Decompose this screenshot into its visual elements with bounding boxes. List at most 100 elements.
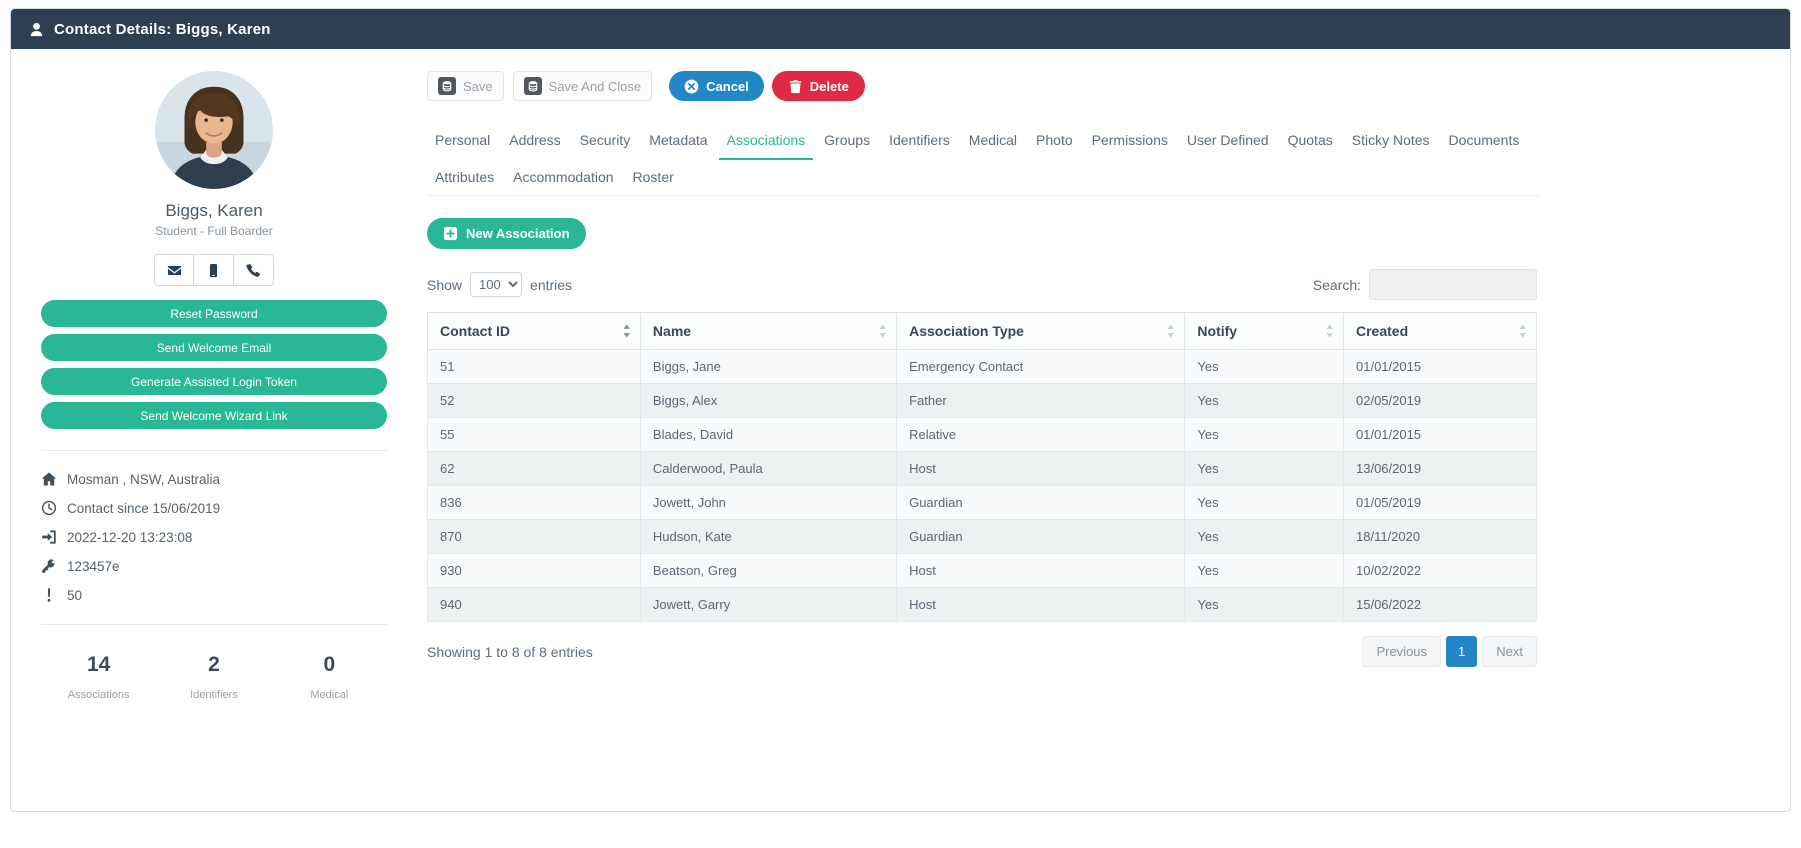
cell: Guardian xyxy=(896,485,1186,520)
stat-value: 14 xyxy=(86,653,111,676)
table-row[interactable]: 930 Beatson, Greg Host Yes 10/02/2022 xyxy=(427,553,1537,588)
tab-accommodation[interactable]: Accommodation xyxy=(505,160,621,195)
show-label: Show xyxy=(427,276,463,293)
table-controls: Show 100 entries Search: xyxy=(427,269,1537,300)
cancel-button[interactable]: Cancel xyxy=(669,71,764,101)
cell: 01/01/2015 xyxy=(1343,349,1537,384)
table-row[interactable]: 62 Calderwood, Paula Host Yes 13/06/2019 xyxy=(427,451,1537,486)
page-1-button[interactable]: 1 xyxy=(1446,636,1478,667)
previous-page-button[interactable]: Previous xyxy=(1362,636,1442,667)
cell: 62 xyxy=(427,451,641,486)
sort-icon xyxy=(1326,324,1334,338)
tab-personal[interactable]: Personal xyxy=(427,123,498,160)
table-row[interactable]: 51 Biggs, Jane Emergency Contact Yes 01/01/2… xyxy=(427,349,1537,384)
search-input[interactable] xyxy=(1369,269,1537,300)
tab-sticky-notes[interactable]: Sticky Notes xyxy=(1344,123,1438,160)
new-association-label: New Association xyxy=(466,226,570,241)
tab-metadata[interactable]: Metadata xyxy=(641,123,715,160)
column-label: Notify xyxy=(1197,323,1238,339)
key-icon xyxy=(41,558,57,574)
table-row[interactable]: 940 Jowett, Garry Host Yes 15/06/2022 xyxy=(427,587,1537,622)
avatar xyxy=(155,71,273,189)
tab-address[interactable]: Address xyxy=(501,123,568,160)
save-and-close-label: Save And Close xyxy=(548,78,642,94)
delete-label: Delete xyxy=(809,78,849,94)
mobile-button[interactable] xyxy=(194,254,234,286)
sidebar: Biggs, Karen Student - Full Boarder Rese… xyxy=(11,49,413,811)
database-icon xyxy=(438,77,456,95)
cell: 55 xyxy=(427,417,641,452)
page-size-select[interactable]: 100 xyxy=(470,272,523,297)
info-text: Contact since 15/06/2019 xyxy=(67,500,221,516)
tab-medical[interactable]: Medical xyxy=(961,123,1025,160)
tab-identifiers[interactable]: Identifiers xyxy=(881,123,958,160)
cell: Yes xyxy=(1184,349,1344,384)
column-header-created[interactable]: Created xyxy=(1343,312,1537,350)
cell: Yes xyxy=(1184,451,1344,486)
phone-button[interactable] xyxy=(234,254,274,286)
cell: 18/11/2020 xyxy=(1343,519,1537,554)
next-page-button[interactable]: Next xyxy=(1482,636,1537,667)
entries-label: entries xyxy=(530,276,573,293)
sign-in-icon xyxy=(41,529,57,545)
delete-button[interactable]: Delete xyxy=(771,71,865,101)
table-footer: Showing 1 to 8 of 8 entries Previous 1 N… xyxy=(427,636,1537,667)
page-size-control: Show 100 entries xyxy=(427,272,572,297)
table-row[interactable]: 836 Jowett, John Guardian Yes 01/05/2019 xyxy=(427,485,1537,520)
stat-identifiers: 2 Identifiers xyxy=(156,653,271,701)
cell: 52 xyxy=(427,383,641,418)
cell: Calderwood, Paula xyxy=(639,451,898,486)
info-text: 2022-12-20 13:23:08 xyxy=(67,529,193,545)
trash-icon xyxy=(788,79,803,94)
column-header-notify[interactable]: Notify xyxy=(1184,312,1344,350)
tab-security[interactable]: Security xyxy=(572,123,639,160)
save-button[interactable]: Save xyxy=(427,71,504,101)
info-item: 2022-12-20 13:23:08 xyxy=(41,529,387,545)
user-icon xyxy=(29,22,44,37)
tab-roster[interactable]: Roster xyxy=(625,160,682,195)
tab-permissions[interactable]: Permissions xyxy=(1084,123,1176,160)
associations-table: Contact ID Name Association Type Notify Crea… xyxy=(427,312,1537,622)
column-label: Name xyxy=(652,323,692,339)
toolbar: Save Save And Close Cancel Delete xyxy=(427,71,1790,101)
cell: Yes xyxy=(1184,485,1344,520)
info-item: 50 xyxy=(41,587,387,603)
sidebar-info-list: Mosman , NSW, Australia Contact since 15/… xyxy=(41,471,387,603)
send-welcome-wizard-link-button[interactable]: Send Welcome Wizard Link xyxy=(41,402,387,429)
table-row[interactable]: 870 Hudson, Kate Guardian Yes 18/11/2020 xyxy=(427,519,1537,554)
tab-groups[interactable]: Groups xyxy=(816,123,878,160)
tab-attributes[interactable]: Attributes xyxy=(427,160,502,195)
cell: Jowett, Garry xyxy=(639,587,898,622)
sidebar-stats: 14 Associations 2 Identifiers 0 Medical xyxy=(41,653,387,701)
column-header-name[interactable]: Name xyxy=(639,312,898,350)
table-row[interactable]: 55 Blades, David Relative Yes 01/01/2015 xyxy=(427,417,1537,452)
phone-icon xyxy=(246,263,261,278)
reset-password-button[interactable]: Reset Password xyxy=(41,300,387,327)
generate-assisted-login-token-button[interactable]: Generate Assisted Login Token xyxy=(41,368,387,395)
send-welcome-email-button[interactable]: Send Welcome Email xyxy=(41,334,387,361)
column-header-contact-id[interactable]: Contact ID xyxy=(427,312,641,350)
table-row[interactable]: 52 Biggs, Alex Father Yes 02/05/2019 xyxy=(427,383,1537,418)
new-association-button[interactable]: New Association xyxy=(427,218,586,249)
cell: 51 xyxy=(427,349,641,384)
page-title: Contact Details: Biggs, Karen xyxy=(54,20,271,38)
email-button[interactable] xyxy=(154,254,194,286)
tab-content: New Association Show 100 entries Search: xyxy=(427,196,1539,667)
tab-quotas[interactable]: Quotas xyxy=(1280,123,1341,160)
pagination: Previous 1 Next xyxy=(1362,636,1537,667)
save-and-close-button[interactable]: Save And Close xyxy=(512,71,653,101)
info-item: Mosman , NSW, Australia xyxy=(41,471,387,487)
cell: Host xyxy=(896,451,1186,486)
column-header-association-type[interactable]: Association Type xyxy=(896,312,1186,350)
tab-user-defined[interactable]: User Defined xyxy=(1179,123,1277,160)
cell: 01/05/2019 xyxy=(1343,485,1537,520)
tab-documents[interactable]: Documents xyxy=(1441,123,1528,160)
exclamation-icon xyxy=(41,587,57,603)
cell: Yes xyxy=(1184,519,1344,554)
tab-associations[interactable]: Associations xyxy=(718,123,814,160)
cell: Father xyxy=(896,383,1186,418)
cell: Yes xyxy=(1184,417,1344,452)
tab-photo[interactable]: Photo xyxy=(1028,123,1081,160)
cell: 930 xyxy=(427,553,641,588)
cell: Emergency Contact xyxy=(896,349,1186,384)
